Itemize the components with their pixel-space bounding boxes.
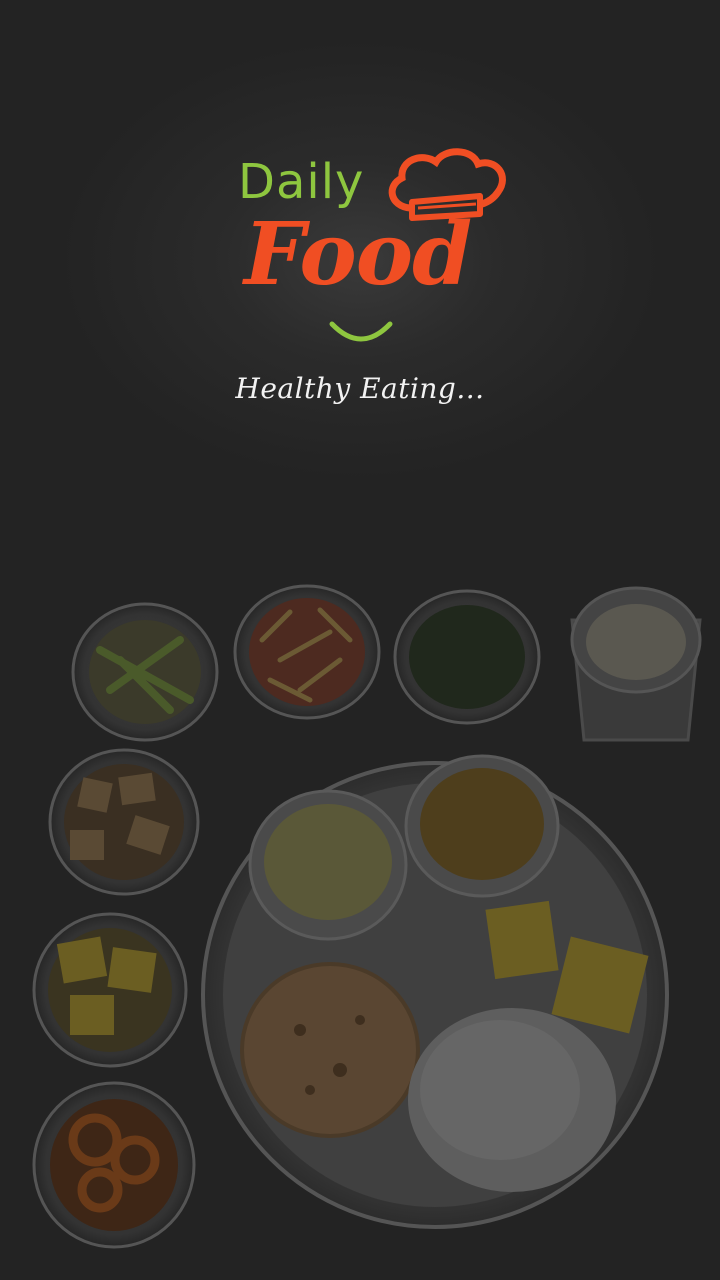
- food-thali-image: [32, 584, 702, 1249]
- bowl-paneer: [48, 748, 200, 896]
- smile-icon: [329, 321, 393, 342]
- tagline: Healthy Eating...: [235, 372, 485, 405]
- app-logo: Daily Food: [230, 140, 520, 360]
- bowl-sev-curry: [233, 584, 381, 720]
- bowl-jalebi: [32, 1081, 196, 1249]
- splash-screen: Daily Food Healthy Eating...: [0, 0, 720, 1280]
- bowl-beans: [71, 602, 219, 742]
- bowl-greens: [393, 589, 541, 725]
- logo-food-text: Food: [244, 204, 472, 305]
- logo-daily-text: Daily: [238, 154, 365, 210]
- thali-plate: [201, 754, 669, 1229]
- glass-buttermilk: [570, 586, 702, 742]
- bowl-dhokla: [32, 912, 188, 1068]
